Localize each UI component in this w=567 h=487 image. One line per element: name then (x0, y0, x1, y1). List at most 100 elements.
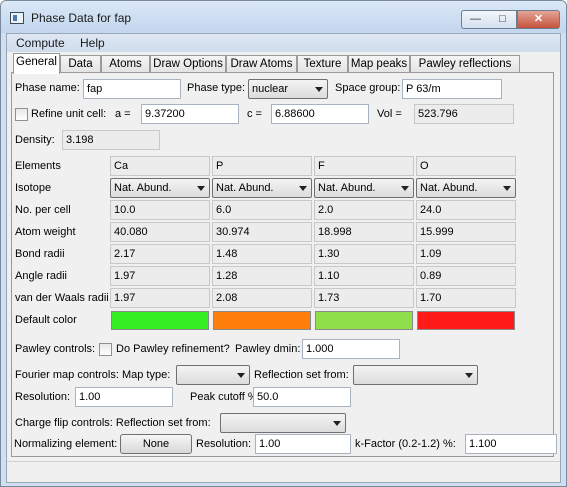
atom-weight-value: 40.080 (110, 222, 210, 242)
fourier-resolution-label: Resolution: (15, 391, 71, 403)
minimize-button[interactable]: — (461, 10, 490, 29)
isotope-select[interactable]: Nat. Abund. (110, 178, 210, 198)
element-name: P (212, 156, 312, 176)
vdw-radius-value: 1.97 (110, 288, 210, 308)
element-name: F (314, 156, 414, 176)
peak-cutoff-label: Peak cutoff %: (190, 391, 261, 403)
map-type-select[interactable] (176, 365, 250, 385)
angle-radius-value: 1.97 (110, 266, 210, 286)
bond-radii-row-label: Bond radii (15, 248, 65, 260)
angle-radius-value: 0.89 (416, 266, 516, 286)
window-title: Phase Data for fap (31, 11, 132, 25)
vdw-radius-value: 2.08 (212, 288, 312, 308)
bond-radius-value: 2.17 (110, 244, 210, 264)
per-cell-value: 24.0 (416, 200, 516, 220)
fourier-refl-label: Reflection set from: (254, 369, 349, 381)
peak-cutoff-input[interactable]: 50.0 (253, 387, 351, 407)
chevron-down-icon (503, 186, 511, 191)
isotope-select[interactable]: Nat. Abund. (314, 178, 414, 198)
phase-name-label: Phase name: (15, 82, 80, 94)
normalizing-element-button[interactable]: None (120, 434, 192, 454)
tab-pawley-reflections[interactable]: Pawley reflections (410, 55, 520, 73)
status-bar (7, 461, 560, 482)
atom-weight-value: 18.998 (314, 222, 414, 242)
pawley-dmin-label: Pawley dmin: (235, 343, 301, 355)
chevron-down-icon (465, 373, 473, 378)
tab-atoms[interactable]: Atoms (101, 55, 150, 73)
density-label: Density: (15, 134, 55, 146)
vol-label: Vol = (377, 108, 402, 120)
pawley-controls-label: Pawley controls: (15, 343, 96, 355)
chevron-down-icon (315, 87, 323, 92)
pawley-refine-checkbox[interactable] (99, 343, 112, 356)
element-name: O (416, 156, 516, 176)
element-name: Ca (110, 156, 210, 176)
tab-map-peaks[interactable]: Map peaks (348, 55, 410, 73)
a-label: a = (115, 108, 131, 120)
vdw-radius-value: 1.73 (314, 288, 414, 308)
title-bar[interactable]: Phase Data for fap — □ ✕ (1, 1, 566, 33)
vdw-radii-row-label: van der Waals radii (15, 292, 109, 304)
tab-data[interactable]: Data (60, 55, 101, 73)
phase-data-window: Phase Data for fap — □ ✕ Compute Help Ge… (0, 0, 567, 487)
bond-radius-value: 1.30 (314, 244, 414, 264)
tab-draw-options[interactable]: Draw Options (150, 55, 226, 73)
phase-type-select[interactable]: nuclear (248, 79, 328, 99)
charge-flip-refl-select[interactable] (220, 413, 346, 433)
maximize-button[interactable]: □ (489, 10, 517, 29)
isotope-value: Nat. Abund. (420, 182, 478, 194)
c-label: c = (247, 108, 262, 120)
pawley-refine-label: Do Pawley refinement? (116, 343, 230, 355)
pawley-dmin-input[interactable]: 1.000 (302, 339, 400, 359)
c-input[interactable]: 6.88600 (271, 104, 369, 124)
color-swatch[interactable] (111, 311, 209, 330)
tab-general[interactable]: General (13, 53, 60, 74)
refine-cell-checkbox[interactable] (15, 108, 28, 121)
isotope-value: Nat. Abund. (114, 182, 172, 194)
bond-radius-value: 1.09 (416, 244, 516, 264)
chevron-down-icon (401, 186, 409, 191)
tab-bar: General Data Atoms Draw Options Draw Ato… (13, 53, 553, 74)
menu-compute[interactable]: Compute (16, 36, 65, 50)
space-group-label: Space group: (335, 82, 401, 94)
color-swatch[interactable] (213, 311, 311, 330)
vdw-radius-value: 1.70 (416, 288, 516, 308)
chevron-down-icon (197, 186, 205, 191)
normalizing-element-label: Normalizing element: (14, 438, 118, 450)
fourier-refl-select[interactable] (353, 365, 478, 385)
per-cell-row-label: No. per cell (15, 204, 71, 216)
angle-radius-value: 1.28 (212, 266, 312, 286)
minimize-icon: — (470, 13, 481, 25)
color-swatch[interactable] (315, 311, 413, 330)
fourier-controls-label: Fourier map controls: Map type: (15, 369, 171, 381)
phase-name-input[interactable]: fap (83, 79, 181, 99)
menu-help[interactable]: Help (80, 36, 105, 50)
client-area: Compute Help General Data Atoms Draw Opt… (6, 33, 561, 483)
a-input[interactable]: 9.37200 (141, 104, 239, 124)
density-value: 3.198 (62, 130, 160, 150)
normalizing-resolution-label: Resolution: (196, 438, 252, 450)
atom-weight-value: 30.974 (212, 222, 312, 242)
isotope-select[interactable]: Nat. Abund. (212, 178, 312, 198)
angle-radii-row-label: Angle radii (15, 270, 67, 282)
default-color-row-label: Default color (15, 314, 77, 326)
close-button[interactable]: ✕ (517, 10, 560, 29)
app-icon (10, 12, 24, 24)
k-factor-input[interactable]: 1.100 (465, 434, 557, 454)
tab-draw-atoms[interactable]: Draw Atoms (226, 55, 297, 73)
isotope-select[interactable]: Nat. Abund. (416, 178, 516, 198)
elements-row-label: Elements (15, 160, 61, 172)
vol-value: 523.796 (414, 104, 514, 124)
tab-texture[interactable]: Texture (297, 55, 348, 73)
normalizing-resolution-input[interactable]: 1.00 (255, 434, 351, 454)
per-cell-value: 10.0 (110, 200, 210, 220)
per-cell-value: 6.0 (212, 200, 312, 220)
fourier-resolution-input[interactable]: 1.00 (75, 387, 173, 407)
general-panel: Phase name: fap Phase type: nuclear Spac… (11, 72, 554, 457)
space-group-input[interactable]: P 63/m (402, 79, 502, 99)
k-factor-label: k-Factor (0.2-1.2) %: (355, 438, 456, 450)
atom-weight-row-label: Atom weight (15, 226, 76, 238)
bond-radius-value: 1.48 (212, 244, 312, 264)
color-swatch[interactable] (417, 311, 515, 330)
charge-flip-label: Charge flip controls: Reflection set fro… (15, 417, 211, 429)
